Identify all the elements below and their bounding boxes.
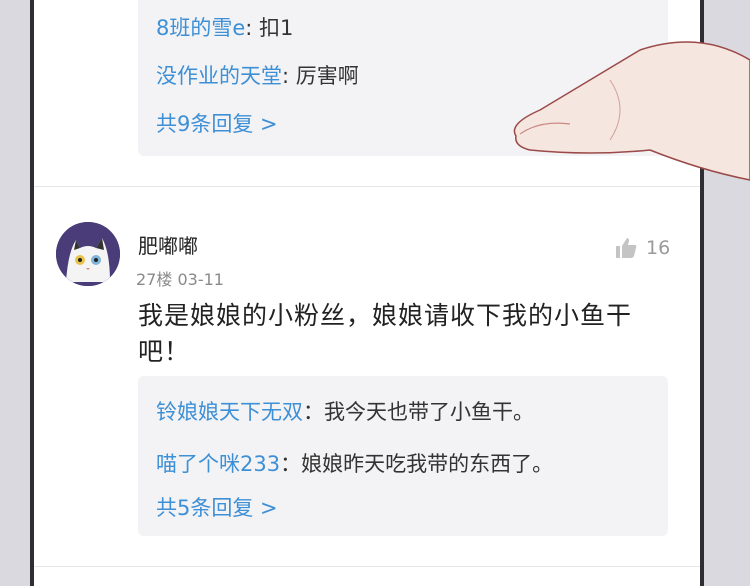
reply-box: 铃娘娘天下无双：我今天也带了小鱼干。 喵了个咪233：娘娘昨天吃我带的东西了。 … [138,376,668,536]
more-replies-link[interactable]: 共5条回复 > [156,492,278,522]
reply-item[interactable]: 铃娘娘天下无双：我今天也带了小鱼干。 [156,396,534,426]
comment-meta: 27楼 03-11 [136,266,224,290]
reply-text: ：我今天也带了小鱼干。 [303,400,534,424]
more-replies-link[interactable]: 共9条回复 > [156,108,278,138]
comment-username[interactable]: 肥嘟嘟 [138,230,198,259]
reply-username[interactable]: 8班的雪e [156,16,245,40]
reply-item[interactable]: 没作业的天堂: 厉害啊 [156,60,359,90]
pointing-finger-illustration [513,41,750,181]
reply-username[interactable]: 喵了个咪233 [156,452,280,476]
divider [34,566,700,567]
cat-avatar [56,222,120,286]
like-count: 16 [646,237,671,259]
reply-item[interactable]: 8班的雪e: 扣1 [156,12,293,42]
like-button[interactable]: 16 [614,236,670,260]
comment-date: 03-11 [177,270,224,289]
reply-username[interactable]: 铃娘娘天下无双 [156,400,303,424]
reply-text: : 扣1 [245,16,294,40]
reply-text: : 厉害啊 [282,64,359,88]
reply-text: ：娘娘昨天吃我带的东西了。 [280,452,554,476]
thumbs-up-icon [616,238,637,258]
reply-username[interactable]: 没作业的天堂 [156,64,282,88]
avatar[interactable] [56,222,120,286]
reply-item[interactable]: 喵了个咪233：娘娘昨天吃我带的东西了。 [156,448,553,478]
floor-number: 27楼 [136,270,173,289]
comment-text: 我是娘娘的小粉丝，娘娘请收下我的小鱼干吧！ [138,301,633,366]
